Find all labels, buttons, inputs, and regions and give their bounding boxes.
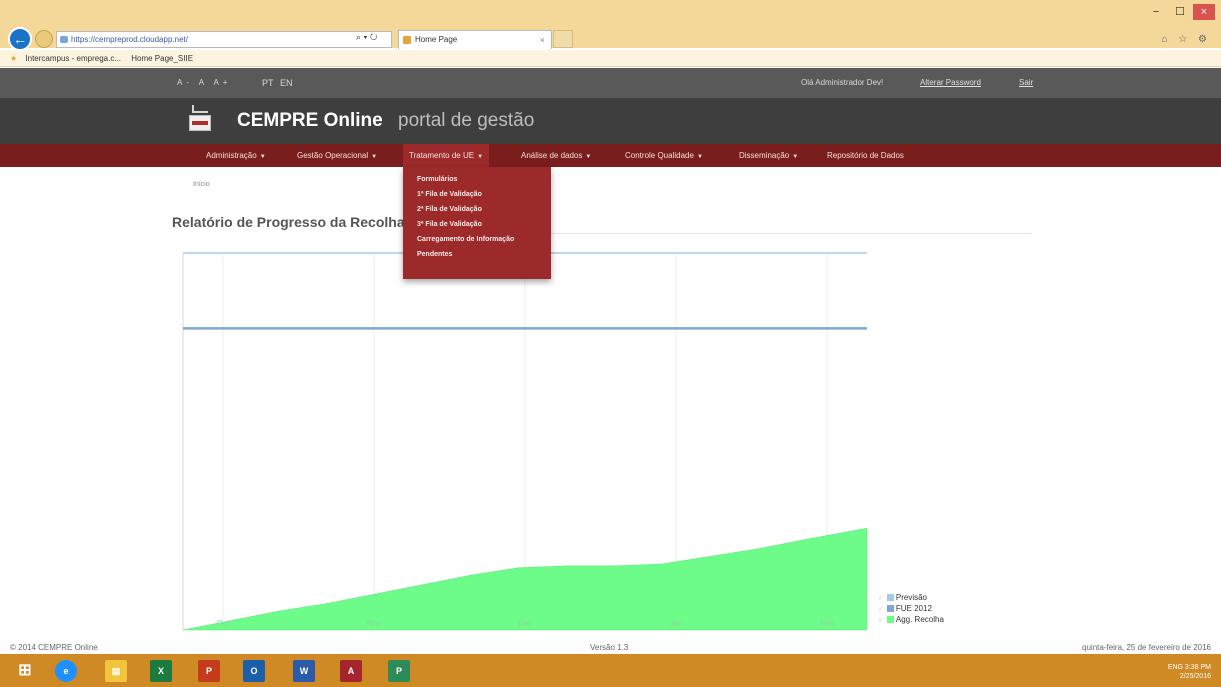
maximize-button[interactable]: ☐ (1169, 4, 1191, 20)
minimize-button[interactable]: − (1145, 4, 1167, 20)
nav-label: Disseminação (739, 151, 790, 160)
favorites-bar: ★ Intercampus - emprega.c... Home Page_S… (0, 50, 1221, 67)
x-tick-label: Oct (217, 619, 230, 628)
internet-explorer-icon[interactable]: e (55, 660, 77, 682)
page-footer: © 2014 CEMPRE Online Versão 1.3 quinta-f… (0, 643, 1221, 654)
chevron-down-icon: ▼ (696, 154, 703, 160)
menu-item-formularios[interactable]: Formulários (403, 172, 551, 187)
start-button-icon[interactable]: ⊞ (14, 660, 36, 682)
cempre-logo[interactable] (189, 105, 211, 135)
x-tick-label: Feb (820, 619, 834, 628)
chevron-down-icon: ▼ (585, 154, 592, 160)
tray-time: ENG 3:38 PM (1167, 664, 1211, 671)
new-tab-button[interactable] (553, 30, 573, 48)
chevron-down-icon: ▼ (259, 154, 266, 160)
chevron-down-icon: ▼ (477, 154, 484, 160)
legend-swatch (886, 594, 894, 601)
menu-item-fila-validacao-3[interactable]: 3ª Fila de Validação (403, 217, 551, 232)
back-button[interactable]: ← (8, 27, 32, 51)
site-tagline: portal de gestão (398, 110, 535, 131)
tray-date: 2/25/2016 (1179, 673, 1211, 680)
legend-item-agg-recolha[interactable]: ✓ Agg. Recolha (878, 614, 944, 625)
address-bar[interactable]: https://cempreprod.cloudapp.net/ (56, 31, 392, 48)
nav-label: Repositório de Dados (827, 151, 904, 160)
language-pt-link[interactable]: PT (262, 68, 274, 98)
version-text: Versão 1.3 (590, 643, 629, 652)
menu-item-carregamento-informacao[interactable]: Carregamento de Informação (403, 232, 551, 247)
windows-taskbar: ⊞ e ▤ X P O W A P ENG 3:38 PM 2/25/2016 (0, 654, 1221, 687)
legend-swatch (886, 616, 894, 623)
checkbox-icon: ✓ (878, 595, 884, 602)
nav-item-analise-dados[interactable]: Análise de dados ▼ (515, 144, 597, 167)
nav-label: Controle Qualidade (625, 151, 694, 160)
menu-item-fila-validacao-2[interactable]: 2ª Fila de Validação (403, 202, 551, 217)
nav-label: Administração (206, 151, 257, 160)
progress-chart: Oct Nov Dec Jan Feb (182, 252, 868, 631)
logout-link[interactable]: Sair (1019, 68, 1033, 98)
chevron-down-icon: ▼ (792, 154, 799, 160)
legend-item-fue-2012[interactable]: ✓ FUE 2012 (878, 603, 944, 614)
tab-title: Home Page (415, 35, 458, 44)
menu-item-fila-validacao-1[interactable]: 1ª Fila de Validação (403, 187, 551, 202)
checkbox-icon: ✓ (878, 617, 884, 624)
legend-item-previsao[interactable]: ✓ Previsão (878, 592, 944, 603)
nav-label: Gestão Operacional (297, 151, 369, 160)
menu-item-pendentes[interactable]: Pendentes (403, 247, 551, 262)
nav-label: Análise de dados (521, 151, 583, 160)
chevron-down-icon: ▼ (371, 154, 378, 160)
user-bar: A- A A+ PT EN Olá Administrador Dev! Alt… (0, 68, 1221, 98)
language-en-link[interactable]: EN (280, 68, 293, 98)
change-password-link[interactable]: Alterar Password (920, 68, 981, 98)
font-size-controls[interactable]: A- A A+ (177, 68, 231, 98)
site-name[interactable]: CEMPRE Online (237, 110, 383, 132)
copyright-text: © 2014 CEMPRE Online (10, 643, 98, 652)
nav-item-gestao-operacional[interactable]: Gestão Operacional ▼ (291, 144, 383, 167)
site-header: CEMPRE Online portal de gestão (0, 98, 1221, 144)
access-icon[interactable]: A (340, 660, 362, 682)
legend-label: Previsão (895, 593, 927, 602)
home-favorites-settings-icons[interactable]: ⌂ ☆ ⚙ (1161, 34, 1211, 45)
word-icon[interactable]: W (293, 660, 315, 682)
excel-icon[interactable]: X (150, 660, 172, 682)
tab-close-icon[interactable]: × (540, 31, 545, 49)
nav-item-controle-qualidade[interactable]: Controle Qualidade ▼ (619, 144, 709, 167)
window-controls: − ☐ × (1145, 4, 1215, 20)
lock-icon (60, 36, 68, 43)
tratamento-ue-dropdown: Formulários 1ª Fila de Validação 2ª Fila… (403, 167, 551, 279)
system-tray[interactable]: ENG 3:38 PM 2/25/2016 (1168, 663, 1211, 681)
powerpoint-icon[interactable]: P (198, 660, 220, 682)
tab-home-page[interactable]: Home Page × (398, 30, 552, 49)
favicon-icon (403, 36, 411, 44)
chart-legend: ✓ Previsão ✓ FUE 2012 ✓ Agg. Recolha (878, 592, 944, 625)
checkbox-icon: ✓ (878, 606, 884, 613)
legend-label: FUE 2012 (895, 604, 932, 613)
project-icon[interactable]: P (388, 660, 410, 682)
outlook-icon[interactable]: O (243, 660, 265, 682)
x-tick-label: Jan (670, 619, 683, 628)
nav-label: Tratamento de UE (409, 151, 475, 160)
browser-title-bar: ← https://cempreprod.cloudapp.net/ ⌕ ▾ ↻… (0, 0, 1221, 51)
favorites-star-icon[interactable]: ★ (10, 54, 17, 63)
x-tick-label: Dec (518, 619, 532, 628)
forward-button[interactable] (35, 30, 53, 48)
main-navigation: Administração ▼ Gestão Operacional ▼ Trata… (0, 144, 1221, 167)
legend-label: Agg. Recolha (895, 615, 944, 624)
footer-date: quinta-feira, 25 de fevereiro de 2016 (1082, 643, 1211, 652)
address-url: https://cempreprod.cloudapp.net/ (71, 35, 188, 44)
favorite-link-home-page[interactable]: Home Page_SIIE (131, 54, 193, 63)
legend-swatch (886, 605, 894, 612)
nav-item-repositorio-dados[interactable]: Repositório de Dados (821, 144, 910, 167)
x-tick-label: Nov (367, 619, 381, 628)
page-title: Relatório de Progresso da Recolha (172, 214, 405, 230)
nav-item-tratamento-ue[interactable]: Tratamento de UE ▼ (403, 144, 490, 167)
nav-item-disseminacao[interactable]: Disseminação ▼ (733, 144, 804, 167)
search-refresh-icons[interactable]: ⌕ ▾ ↻ (356, 32, 377, 43)
close-window-button[interactable]: × (1193, 4, 1215, 20)
favorite-link-intercampus[interactable]: Intercampus - emprega.c... (25, 54, 121, 63)
user-greeting: Olá Administrador Dev! (801, 78, 884, 87)
nav-item-administracao[interactable]: Administração ▼ (200, 144, 272, 167)
breadcrumb[interactable]: Início (193, 181, 210, 188)
file-explorer-icon[interactable]: ▤ (105, 660, 127, 682)
